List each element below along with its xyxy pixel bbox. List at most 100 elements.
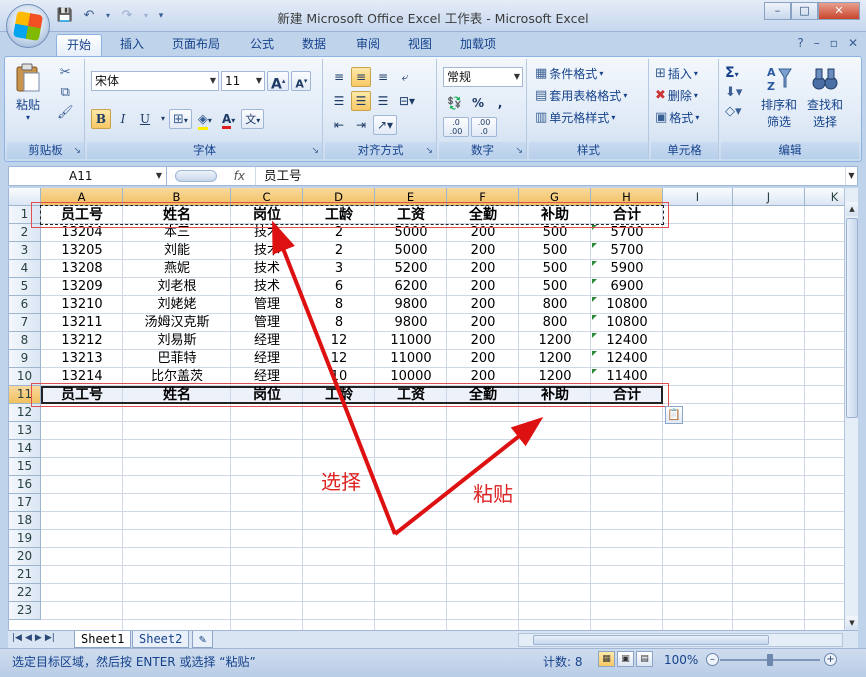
row-header-19[interactable]: 19 <box>9 530 41 548</box>
column-header-j[interactable]: J <box>733 188 805 206</box>
insert-function-button[interactable]: fx <box>169 167 251 185</box>
column-header-i[interactable]: I <box>663 188 733 206</box>
row-header-9[interactable]: 9 <box>9 350 41 368</box>
horizontal-scroll-thumb[interactable] <box>533 635 769 645</box>
tab-page-layout[interactable]: 页面布局 <box>162 34 230 56</box>
currency-icon[interactable]: 💱 <box>443 93 466 113</box>
zoom-knob[interactable] <box>767 654 773 666</box>
tab-data[interactable]: 数据 <box>292 34 336 56</box>
page-layout-view-icon[interactable]: ▣ <box>617 651 634 667</box>
zoom-level[interactable]: 100% <box>664 653 698 667</box>
sheet-tab-sheet1[interactable]: Sheet1 <box>74 631 132 648</box>
increase-indent-icon[interactable]: ⇥ <box>351 115 371 135</box>
row-header-3[interactable]: 3 <box>9 242 41 260</box>
fill-color-button[interactable]: ◈▾ <box>194 109 216 130</box>
row-header-14[interactable]: 14 <box>9 440 41 458</box>
clipboard-launcher-icon[interactable]: ↘ <box>73 146 81 156</box>
worksheet-grid[interactable]: A B C D E F G H I J K 1 2 3 4 5 6 7 8 9 10 11 12 13 14 15 16 17 18 19… <box>8 188 844 630</box>
font-color-button[interactable]: A▾ <box>218 109 239 129</box>
maximize-button[interactable]: □ <box>791 2 818 20</box>
orientation-icon[interactable]: ↗▾ <box>373 115 398 135</box>
formula-bar-splitter[interactable] <box>175 170 217 182</box>
find-select-button[interactable]: 查找和 选择 <box>803 63 847 130</box>
zoom-slider[interactable]: – + <box>706 653 837 667</box>
zoom-out-icon[interactable]: – <box>706 653 719 666</box>
ribbon-close-icon[interactable]: ✕ <box>848 36 858 50</box>
wrap-text-icon[interactable]: ⤶ <box>395 67 415 87</box>
format-as-table-button[interactable]: ▤ 套用表格格式 ▾ <box>535 87 627 104</box>
underline-dropdown-icon[interactable]: ▾ <box>157 109 167 129</box>
clear-icon[interactable]: ◇▾ <box>725 104 742 119</box>
align-right-icon[interactable]: ☰ <box>373 91 393 111</box>
formula-input[interactable]: 员工号 <box>255 167 847 185</box>
paste-options-icon[interactable]: 📋 <box>665 406 683 424</box>
prev-sheet-icon[interactable]: ◀ <box>25 633 32 643</box>
cut-icon[interactable]: ✂ <box>60 65 71 80</box>
tab-view[interactable]: 视图 <box>398 34 442 56</box>
zoom-in-icon[interactable]: + <box>824 653 837 666</box>
vertical-scroll-thumb[interactable] <box>846 218 858 418</box>
scroll-up-icon[interactable]: ▲ <box>846 202 858 216</box>
first-sheet-icon[interactable]: |◀ <box>12 633 22 643</box>
help-icon[interactable]: ? <box>797 36 803 50</box>
horizontal-scrollbar[interactable] <box>518 633 843 647</box>
tab-formulas[interactable]: 公式 <box>240 34 284 56</box>
expand-formula-bar-icon[interactable]: ▼ <box>845 167 857 185</box>
merge-center-icon[interactable]: ⊟▾ <box>395 91 419 111</box>
format-painter-icon[interactable]: 🖌 <box>57 105 74 120</box>
ribbon-restore-icon[interactable]: ▫ <box>830 36 838 50</box>
scroll-down-icon[interactable]: ▼ <box>846 616 858 630</box>
font-name-select[interactable]: 宋体 ▼ <box>91 71 219 91</box>
comma-button[interactable]: , <box>490 93 510 113</box>
conditional-format-button[interactable]: ▦ 条件格式 ▾ <box>535 65 603 82</box>
format-cells-button[interactable]: ▣ 格式 ▾ <box>655 109 699 126</box>
bold-button[interactable]: B <box>91 109 111 129</box>
delete-cells-button[interactable]: ✖ 删除 ▾ <box>655 87 698 104</box>
increase-decimal-button[interactable]: .0 .00 <box>443 117 469 137</box>
autosum-button[interactable]: Σ▾ <box>725 65 739 81</box>
minimize-button[interactable]: – <box>764 2 791 20</box>
insert-cells-button[interactable]: ⊞ 插入 ▾ <box>655 65 698 82</box>
office-button[interactable] <box>6 4 50 48</box>
row-header-7[interactable]: 7 <box>9 314 41 332</box>
row-header-23[interactable]: 23 <box>9 602 41 620</box>
row-header-6[interactable]: 6 <box>9 296 41 314</box>
row-header-13[interactable]: 13 <box>9 422 41 440</box>
next-sheet-icon[interactable]: ▶ <box>35 633 42 643</box>
percent-button[interactable]: % <box>468 93 488 113</box>
decrease-indent-icon[interactable]: ⇤ <box>329 115 349 135</box>
row-header-15[interactable]: 15 <box>9 458 41 476</box>
italic-button[interactable]: I <box>113 109 133 129</box>
row-header-16[interactable]: 16 <box>9 476 41 494</box>
align-center-icon[interactable]: ☰ <box>351 91 371 111</box>
copy-icon[interactable]: ⧉ <box>61 85 70 100</box>
borders-button[interactable]: ⊞▾ <box>169 109 192 129</box>
normal-view-icon[interactable]: ▦ <box>598 651 615 667</box>
cell-styles-button[interactable]: ▥ 单元格样式 ▾ <box>535 109 615 126</box>
align-middle-icon[interactable]: ≡ <box>351 67 371 87</box>
phonetic-button[interactable]: 文▾ <box>241 109 265 129</box>
row-header-21[interactable]: 21 <box>9 566 41 584</box>
number-format-select[interactable]: 常规 ▼ <box>443 67 523 87</box>
font-size-select[interactable]: 11 ▼ <box>221 71 265 91</box>
shrink-font-button[interactable]: A▾ <box>291 71 312 91</box>
sheet-tab-sheet2[interactable]: Sheet2 <box>132 631 190 648</box>
vertical-scrollbar[interactable]: ▲ ▼ <box>844 188 858 630</box>
paste-button[interactable]: 粘贴 ▾ <box>13 63 43 122</box>
row-header-18[interactable]: 18 <box>9 512 41 530</box>
ribbon-minimize-icon[interactable]: – <box>814 36 820 50</box>
align-bottom-icon[interactable]: ≡ <box>373 67 393 87</box>
font-launcher-icon[interactable]: ↘ <box>311 146 319 156</box>
decrease-decimal-button[interactable]: .00 .0 <box>471 117 497 137</box>
name-box[interactable]: A11 ▼ <box>9 167 167 185</box>
sort-filter-button[interactable]: A Z 排序和 筛选 <box>757 63 801 130</box>
column-header-k[interactable]: K <box>805 188 844 206</box>
row-header-17[interactable]: 17 <box>9 494 41 512</box>
tab-insert[interactable]: 插入 <box>110 34 154 56</box>
page-break-view-icon[interactable]: ▤ <box>636 651 653 667</box>
number-launcher-icon[interactable]: ↘ <box>515 146 523 156</box>
align-left-icon[interactable]: ☰ <box>329 91 349 111</box>
row-header-5[interactable]: 5 <box>9 278 41 296</box>
tab-home[interactable]: 开始 <box>56 34 103 56</box>
insert-sheet-icon[interactable]: ✎ <box>192 631 214 648</box>
